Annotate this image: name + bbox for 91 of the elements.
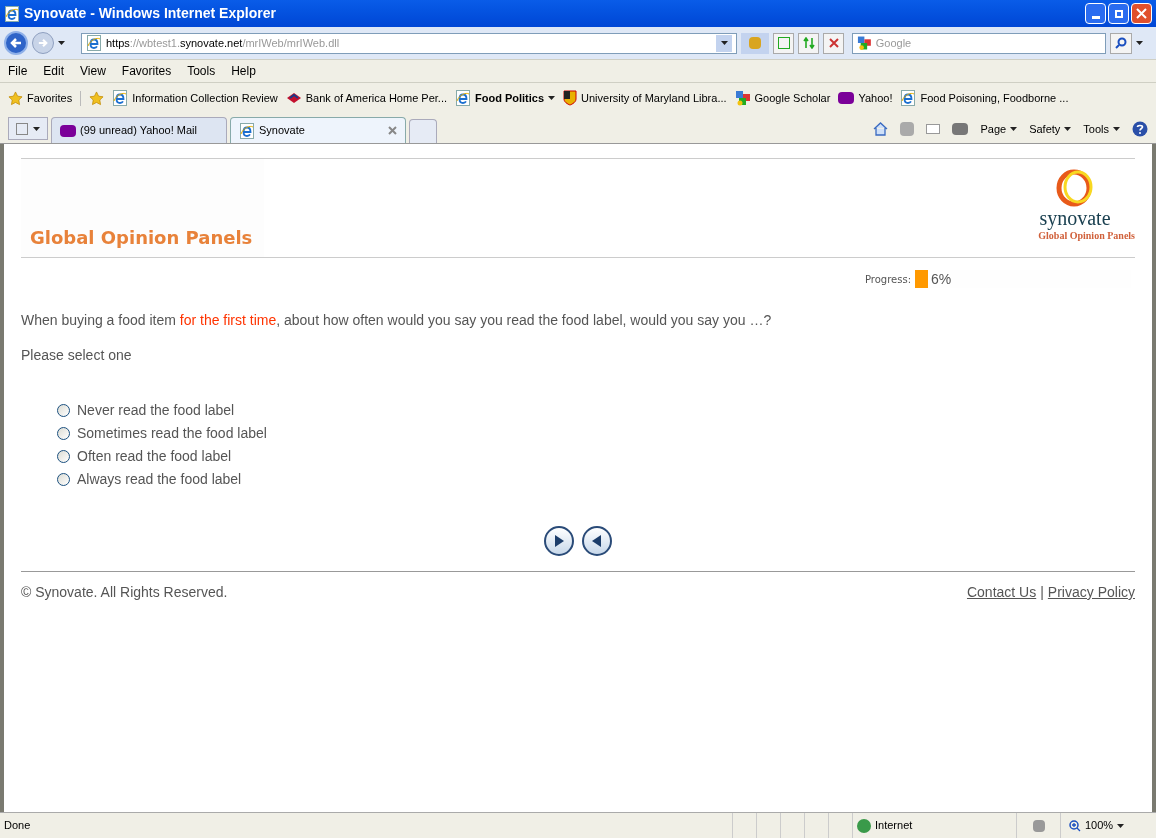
page-icon: [900, 90, 917, 106]
progress-label: Progress:: [864, 272, 911, 287]
favorite-link[interactable]: Bank of America Home Per...: [285, 89, 447, 107]
help-icon[interactable]: [1132, 120, 1148, 137]
colored-squares-icon: [857, 35, 872, 51]
caret-icon: [1010, 126, 1018, 131]
refresh-button[interactable]: [798, 32, 819, 54]
contact-link[interactable]: Contact Us: [966, 582, 1037, 603]
page-icon: [239, 122, 255, 139]
answer-option[interactable]: Often read the food label: [57, 448, 1135, 465]
home-icon[interactable]: [873, 121, 889, 136]
browser-logo-icon: [4, 5, 20, 22]
close-button[interactable]: [1131, 3, 1152, 24]
command-menu[interactable]: Safety: [1029, 120, 1072, 137]
search-button[interactable]: [1110, 32, 1132, 54]
instruction-text: Please select one: [21, 346, 133, 365]
favorites-button[interactable]: Favorites: [8, 89, 73, 107]
page-icon: [455, 90, 471, 106]
left-triangle-icon: [591, 534, 603, 548]
copyright-text: © Synovate. All Rights Reserved.: [21, 583, 228, 602]
menu-item[interactable]: Favorites: [121, 62, 172, 80]
right-triangle-icon: [553, 534, 565, 548]
star-icon: [8, 90, 23, 106]
add-favorite-icon: [89, 90, 105, 106]
menu-item[interactable]: View: [80, 62, 106, 80]
quick-tabs-button[interactable]: [8, 117, 48, 140]
status-text: Done: [3, 818, 32, 834]
menu-item[interactable]: Edit: [43, 62, 65, 80]
caret-icon: [1064, 126, 1072, 131]
link-separator: |: [1040, 583, 1044, 602]
page-icon: [112, 90, 129, 106]
page-icon: [86, 35, 102, 51]
caret-icon: [548, 96, 556, 100]
refresh-arrows-icon: [802, 37, 815, 49]
colored-squares-icon: [734, 90, 751, 106]
zone-text: Internet: [875, 818, 913, 834]
menu-item[interactable]: Tools: [187, 62, 216, 80]
search-field[interactable]: Google: [852, 32, 1106, 54]
answer-option[interactable]: Sometimes read the food label: [57, 425, 1135, 442]
panel-title: Global Opinion Panels: [30, 226, 253, 250]
caret-icon: [58, 41, 65, 45]
browser-tab[interactable]: (99 unread) Yahoo! Mail: [51, 117, 227, 143]
command-menu[interactable]: Page: [980, 120, 1018, 137]
magnifier-icon: [1069, 819, 1081, 832]
logo-tagline: Global Opinion Panels: [1038, 230, 1135, 243]
favorite-link[interactable]: Google Scholar: [734, 89, 831, 107]
window-title: Synovate - Windows Internet Explorer: [24, 4, 276, 23]
favorite-link[interactable]: University of Maryland Libra...: [563, 89, 727, 107]
favorite-link[interactable]: Food Poisoning, Foodborne ...: [900, 89, 1069, 107]
minimize-button[interactable]: [1085, 3, 1106, 24]
close-icon: [1136, 8, 1147, 19]
compatibility-button[interactable]: [773, 32, 794, 54]
next-button[interactable]: [544, 526, 574, 556]
forward-arrow-icon: [38, 38, 48, 48]
caret-icon: [720, 41, 728, 45]
menu-item[interactable]: File: [8, 62, 28, 80]
progress-reading: 6%: [930, 269, 952, 289]
search-input[interactable]: Google: [875, 34, 1101, 52]
caret-icon: [1136, 41, 1143, 45]
close-tab-icon[interactable]: [388, 126, 397, 135]
favorite-link[interactable]: Yahoo!: [838, 89, 893, 107]
caret-icon: [1117, 823, 1125, 828]
browser-tab[interactable]: Synovate: [230, 117, 406, 143]
zoom-button[interactable]: 100%: [1060, 813, 1156, 838]
logo-name: synovate: [1039, 208, 1111, 228]
menu-item[interactable]: Help: [231, 62, 256, 80]
caret-icon: [33, 126, 41, 131]
stop-button[interactable]: [823, 32, 844, 54]
back-button[interactable]: [4, 31, 28, 55]
back-arrow-icon: [10, 37, 22, 49]
address-field[interactable]: https://wbtest1.synovate.net/mrIWeb/mrIWeb.dll: [81, 32, 737, 54]
answer-option[interactable]: Never read the food label: [57, 402, 1135, 419]
command-menu[interactable]: Tools: [1083, 120, 1120, 137]
previous-button[interactable]: [582, 526, 612, 556]
stop-icon: [828, 38, 839, 48]
radio-button[interactable]: [57, 427, 70, 440]
radio-button[interactable]: [57, 450, 70, 463]
search-icon: [1115, 37, 1127, 49]
restore-button[interactable]: [1108, 3, 1129, 24]
caret-icon: [1113, 126, 1120, 131]
privacy-link[interactable]: Privacy Policy: [1047, 582, 1135, 603]
question-text: When buying a food item for the first time, about how often would you say you read the food label, would you say you …?: [21, 311, 773, 330]
url-text: https://wbtest1.synovate.net/mrIWeb/mrIWeb.dll: [106, 35, 340, 51]
flag-icon: [285, 92, 302, 104]
favorite-link[interactable]: Information Collection Review: [112, 89, 278, 107]
dropdown-icon[interactable]: [716, 34, 732, 52]
crest-icon: [563, 90, 578, 106]
answer-option[interactable]: Always read the food label: [57, 471, 1135, 488]
radio-button[interactable]: [57, 473, 70, 486]
favorite-link[interactable]: Food Politics: [455, 89, 556, 107]
radio-button[interactable]: [57, 404, 70, 417]
